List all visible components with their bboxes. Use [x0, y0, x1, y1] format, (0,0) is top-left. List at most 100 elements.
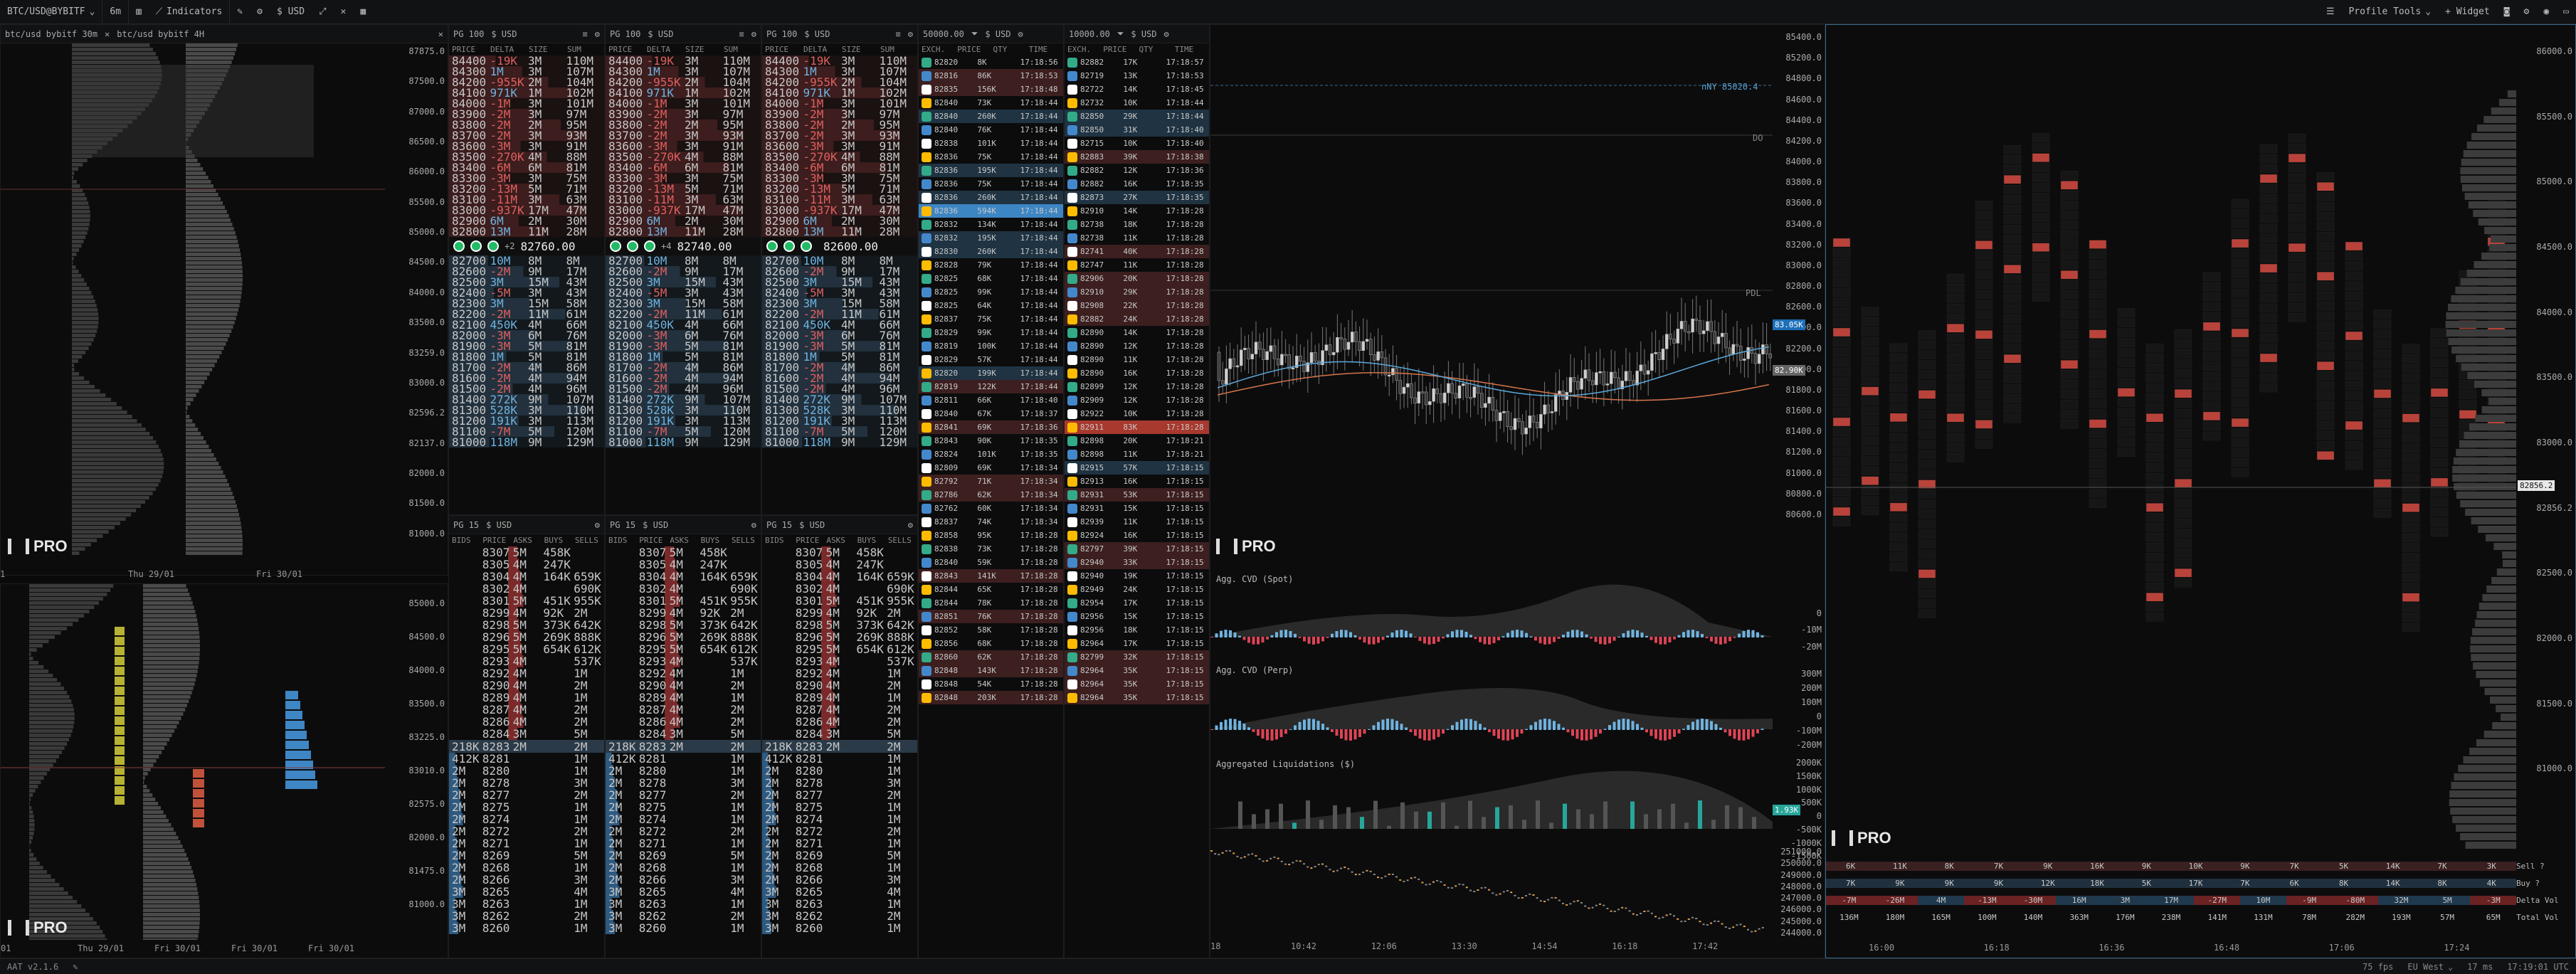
indicators-button[interactable]: ⟋ Indicators [149, 0, 229, 23]
exchange-icon [1067, 260, 1077, 270]
cvd-spot-bar [1696, 631, 1699, 637]
left-chart-bottom[interactable]: 85000.0 84500.0 84000.0 83500.0 83225.0 83010… [0, 583, 448, 958]
trade-row: 82824 101K 17:18:35 [919, 448, 1063, 461]
profile-bar [186, 436, 204, 440]
trade-cell: 82931 [1080, 504, 1104, 513]
volume-profile-bar [2468, 201, 2516, 208]
user-button[interactable]: ◉ [2536, 0, 2556, 23]
orderbook-panel[interactable]: PG 100 $ USD ≡ ⚙ PRICE DELTA SIZE SUM 84400 -19K 3… [761, 24, 918, 515]
gear-icon[interactable]: ⚙ [595, 520, 600, 530]
exchange-icon [1067, 489, 1077, 500]
axis-tick: 81600.0 [1785, 406, 1822, 415]
camera-button[interactable]: ◙ [2497, 0, 2517, 23]
settings-button[interactable]: ⚙ [250, 0, 270, 23]
cvd-spot-bar [1590, 637, 1593, 639]
trade-row: 82910 29K 17:18:28 [1065, 285, 1209, 299]
trades-filter-value[interactable]: 10000.00 [1069, 29, 1110, 39]
timeframe-selector[interactable]: 6m [102, 0, 128, 23]
add-widget-button[interactable]: + Widget [2438, 0, 2497, 23]
fullscreen-button[interactable]: ⤢ [312, 0, 333, 23]
gear-icon[interactable]: ⚙ [751, 520, 756, 530]
oi-dot [1321, 863, 1324, 865]
left-chart-top[interactable]: btc/usd bybitf 30m ✕ btc/usd bybitf 4H ✕… [0, 24, 448, 576]
trade-cell: 82940 [1080, 571, 1104, 581]
bid-row: 3M826504M [762, 885, 917, 899]
close-icon[interactable]: ✕ [105, 29, 110, 39]
candle-body [1528, 415, 1532, 428]
cvd-spot-bar [1423, 637, 1426, 644]
footprint-cell [1861, 327, 1879, 336]
trades-panel-small[interactable]: 10000.00 ⏷ $ USD ⚙ EXCH. PRICE QTY TIME … [1064, 24, 1210, 958]
currency-selector[interactable]: $ USD [270, 0, 312, 23]
trade-cell: 17:18:44 [1020, 260, 1058, 270]
gear-icon[interactable]: ⚙ [908, 29, 913, 39]
filter-icon[interactable]: ⏷ [1117, 28, 1124, 39]
liq-bar [1671, 803, 1675, 829]
currency-selector: $ USD [491, 28, 517, 39]
footprint-cell [2373, 509, 2392, 518]
gear-icon[interactable]: ⚙ [1164, 29, 1169, 39]
gear-icon[interactable]: ⚙ [751, 29, 756, 39]
profile-bar [186, 376, 207, 380]
trades-panel-large[interactable]: 50000.00 ⏷ $ USD ⚙ EXCH. PRICE QTY TIME … [918, 24, 1064, 958]
sliders-icon[interactable]: ≡ [739, 29, 744, 39]
version-label: AAT v2.1.6 [7, 961, 59, 972]
cvd-spot-bar [1631, 630, 1635, 637]
main-price-chart[interactable]: 85400.0 85200.0 84800.0 84600.0 84400.0 84200… [1210, 24, 1825, 958]
profile-bar [29, 734, 71, 737]
trade-cell: 17:18:15 [1166, 693, 1204, 702]
profile-bar [29, 699, 72, 703]
cvd-spot-bar [1761, 635, 1764, 637]
exchange-icon [922, 625, 931, 635]
close-icon[interactable]: ✕ [438, 29, 443, 39]
trades-currency[interactable]: $ USD [1131, 29, 1156, 39]
ask-row: 830705M458K [606, 546, 761, 559]
bid-row: 3M826202M [449, 909, 604, 923]
profile-tools-button[interactable]: Profile Tools ⌄ [2341, 0, 2438, 23]
footprint-cell [2089, 349, 2107, 359]
orderbook-panel[interactable]: PG 100 $ USD ≡ ⚙ PRICE DELTA SIZE SUM 84400 -19K 3… [605, 24, 761, 515]
stats-cell: 12K [2023, 878, 2073, 888]
footprint-cell [1918, 340, 1936, 349]
sliders-icon[interactable]: ≡ [896, 29, 901, 39]
orderbook15-panel[interactable]: PG 15$ USD⚙BIDSPRICEASKSBUYSSELLS830705M… [448, 515, 605, 958]
list-button[interactable]: ☰ [2319, 0, 2342, 23]
footprint-chart[interactable]: 86000.0 85500.0 85000.0 84500.0 84000.0 83500… [1825, 24, 2576, 958]
app-settings-button[interactable]: ⚙ [2517, 0, 2537, 23]
profile-bar [72, 530, 109, 534]
profile-bar [29, 938, 107, 940]
profile-bar [143, 806, 161, 810]
sliders-icon[interactable]: ≡ [583, 29, 588, 39]
footprint-cell [1832, 497, 1851, 507]
trades-filter-value[interactable]: 50000.00 [923, 29, 964, 39]
draw-button[interactable]: ✎ [229, 0, 250, 23]
buy-block [285, 780, 317, 789]
orderbook15-panel[interactable]: PG 15$ USD⚙BIDSPRICEASKSBUYSSELLS830705M… [761, 515, 918, 958]
trade-cell: 82836 [934, 166, 959, 175]
gear-icon[interactable]: ⚙ [595, 29, 600, 39]
chart-tab-30m[interactable]: btc/usd bybitf 30m [5, 29, 97, 39]
window-button[interactable]: ▭ [2556, 0, 2576, 23]
edit-icon[interactable]: ✎ [65, 959, 85, 974]
footprint-cell [1832, 437, 1851, 447]
filter-icon[interactable]: ⏷ [971, 28, 978, 39]
trade-cell: 17:18:15 [1166, 679, 1204, 689]
chart-tab-4h[interactable]: btc/usd bybitf 4H [117, 29, 204, 39]
gear-icon[interactable]: ⚙ [1018, 29, 1023, 39]
trades-currency[interactable]: $ USD [985, 29, 1010, 39]
orderbook-panel[interactable]: PG 100 $ USD ≡ ⚙ PRICE DELTA SIZE SUM 84400 -19K 3… [448, 24, 605, 515]
chart-type-button[interactable]: ▥ [128, 0, 149, 23]
layout-button[interactable]: ▦ [353, 0, 373, 23]
axis-tick: 2000K [1795, 758, 1822, 768]
trade-cell: 17:18:34 [1020, 463, 1058, 472]
orderbook15-panel[interactable]: PG 15$ USD⚙BIDSPRICEASKSBUYSSELLS830705M… [605, 515, 761, 958]
axis-tick: 0 [1816, 711, 1822, 721]
axis-tick: 85000.0 [2536, 176, 2572, 187]
profile-bar [72, 346, 89, 350]
exchange-icon [1067, 571, 1077, 581]
close-chart-button[interactable]: ✕ [333, 0, 353, 23]
cvd-perp-bar [1442, 729, 1445, 734]
gear-icon[interactable]: ⚙ [908, 520, 913, 530]
region-selector[interactable]: EU West ⌄ [2400, 959, 2460, 974]
symbol-selector[interactable]: BTC/USD@BYBITF ⌄ [0, 0, 102, 23]
